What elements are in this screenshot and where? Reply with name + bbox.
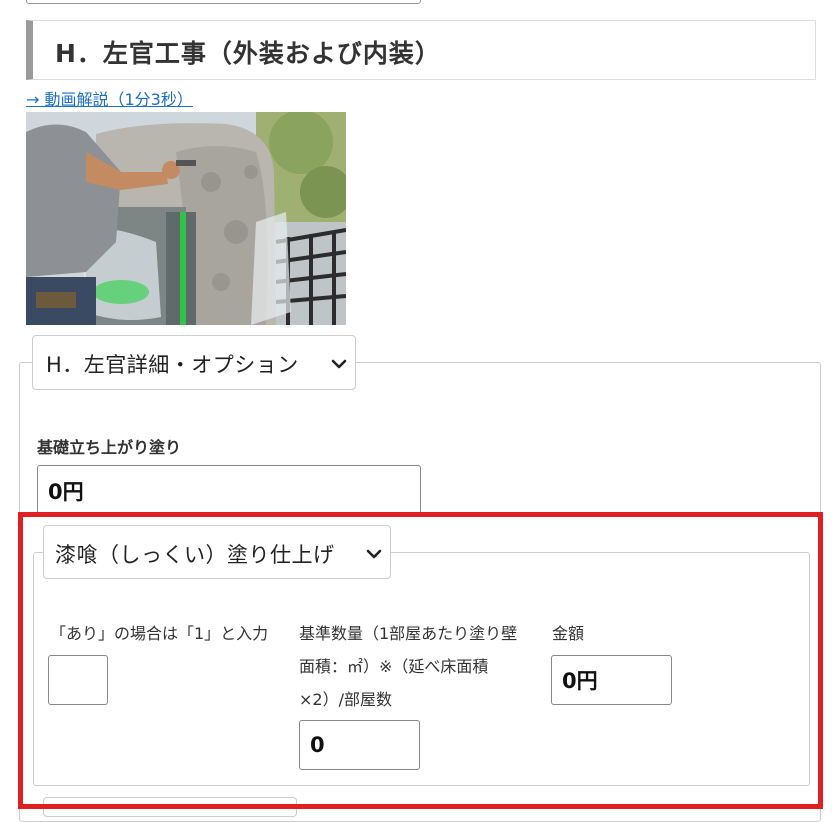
section-heading: H．左官工事（外装および内装） [26, 20, 816, 80]
plastering-photo [26, 112, 346, 325]
highlight-frame [18, 512, 823, 809]
previous-input-field[interactable] [26, 0, 421, 4]
video-explanation-link[interactable]: → 動画解説（1分3秒） [26, 86, 193, 110]
foundation-label: 基礎立ち上がり塗り [37, 438, 182, 457]
chevron-down-icon [331, 359, 347, 369]
foundation-amount-field[interactable]: 0円 [37, 465, 421, 517]
section-heading-text: H．左官工事（外装および内装） [55, 39, 441, 68]
options-summary-label: H．左官詳細・オプション [46, 353, 299, 377]
options-summary-toggle[interactable]: H．左官詳細・オプション [32, 335, 356, 390]
foundation-amount-value: 0円 [48, 480, 84, 504]
